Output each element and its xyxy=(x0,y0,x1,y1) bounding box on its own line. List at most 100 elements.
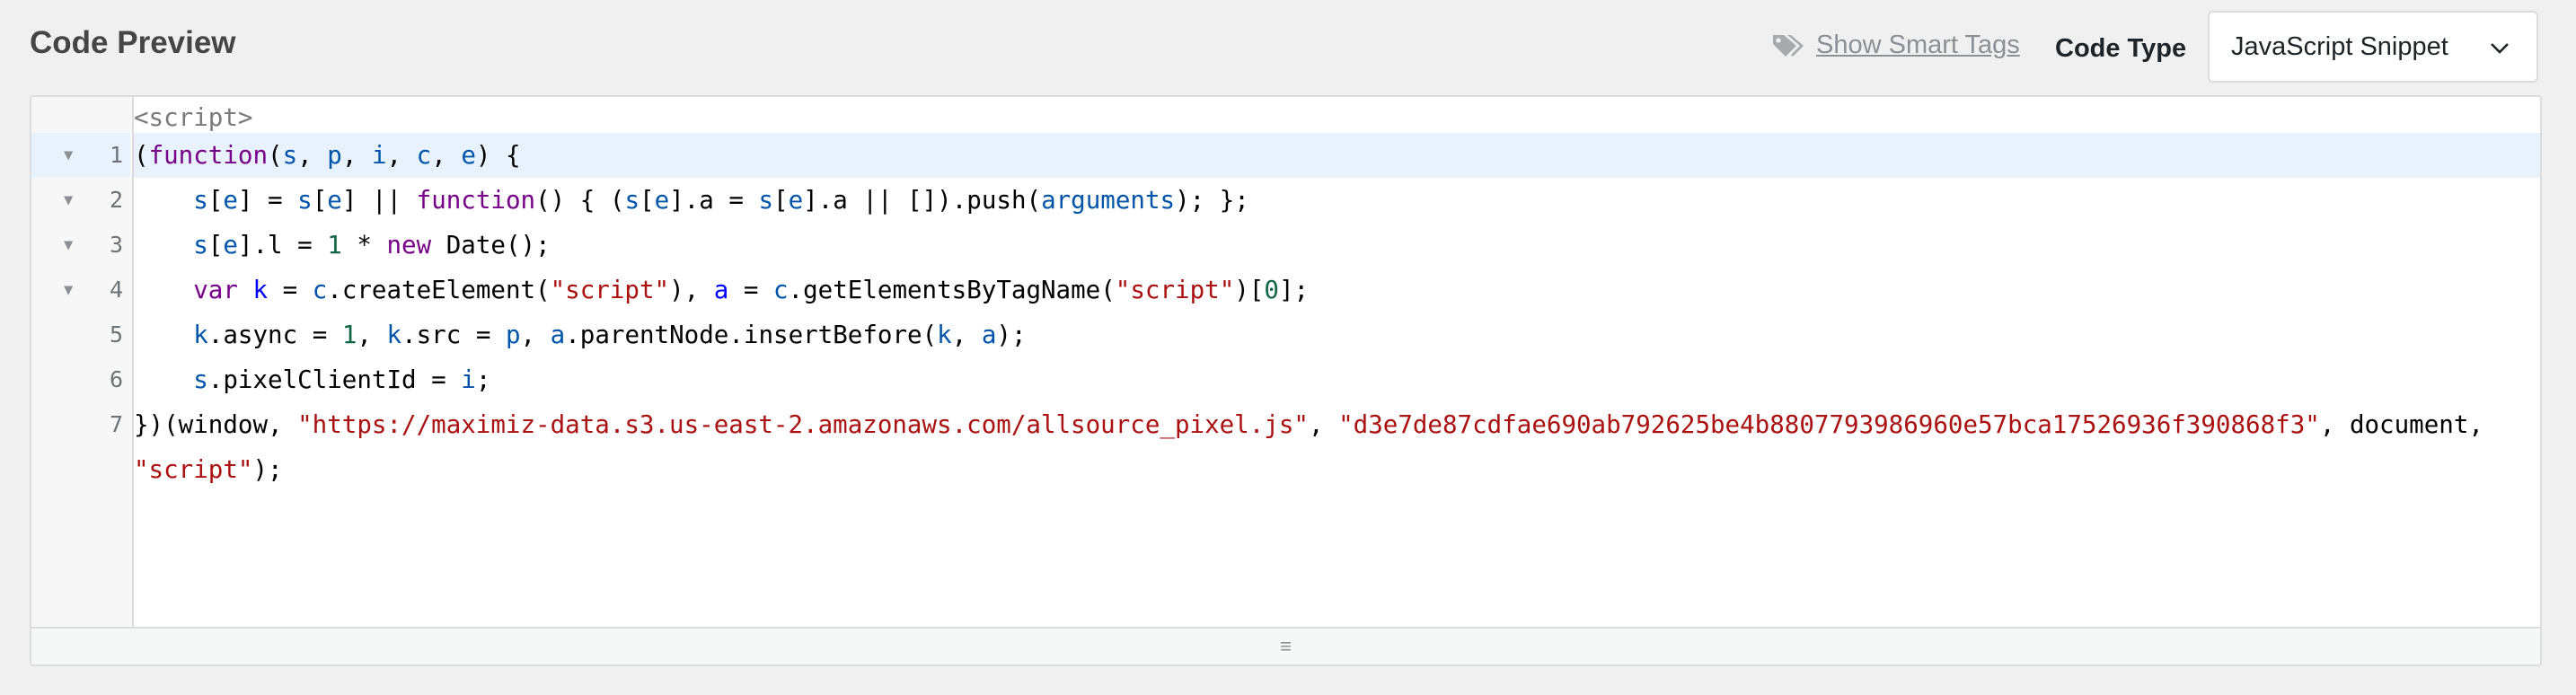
code-token: [ xyxy=(207,231,224,260)
code-line: s.pixelClientId = i; xyxy=(134,357,2540,402)
code-token: "script" xyxy=(134,455,253,484)
fold-arrow-icon[interactable]: ▼ xyxy=(64,268,73,312)
code-token: , xyxy=(386,141,417,170)
code-token: , xyxy=(357,321,387,349)
code-line: var k = c.createElement("script"), a = c… xyxy=(134,268,2540,312)
line-number: ▼ 4 xyxy=(31,268,130,312)
code-token: s xyxy=(282,141,298,170)
code-token: ].a = xyxy=(669,186,759,215)
code-token: i xyxy=(461,365,476,394)
code-token: new xyxy=(386,231,432,260)
line-number-text: 1 xyxy=(109,142,123,168)
code-token: k xyxy=(937,321,952,349)
code-type-selected-value: JavaScript Snippet xyxy=(2231,31,2448,61)
line-number-text: 5 xyxy=(109,321,123,348)
code-token: , xyxy=(297,141,328,170)
code-token: e xyxy=(223,186,238,215)
code-token: [ xyxy=(640,186,655,215)
code-token: s xyxy=(758,186,774,215)
code-token: 1 xyxy=(341,321,357,349)
show-smart-tags-link[interactable]: Show Smart Tags xyxy=(1771,31,2020,60)
code-token: s xyxy=(193,231,208,260)
code-token: "script" xyxy=(1115,276,1235,304)
code-token: ); }; xyxy=(1175,186,1249,215)
code-line: s[e].l = 1 * new Date(); xyxy=(134,223,2540,268)
line-number-text: 6 xyxy=(109,366,123,392)
fold-arrow-icon[interactable]: ▼ xyxy=(64,133,73,178)
code-token: e xyxy=(223,231,238,260)
show-smart-tags-label: Show Smart Tags xyxy=(1816,31,2020,59)
line-number: ▼ 3 xyxy=(31,223,130,268)
code-token: )[ xyxy=(1234,276,1265,304)
code-token: p xyxy=(327,141,342,170)
fold-arrow-icon[interactable]: ▼ xyxy=(64,223,73,268)
code-token: s xyxy=(193,365,208,394)
code-token: [ xyxy=(773,186,789,215)
code-token: "https://maximiz-data.s3.us-east-2.amazo… xyxy=(297,410,1309,439)
code-token: ); xyxy=(252,455,283,484)
editor-resize-handle[interactable]: ≡ xyxy=(31,627,2540,664)
code-token: .async = xyxy=(207,321,342,349)
line-number-text: 2 xyxy=(109,187,123,213)
code-editor[interactable]: ▼ 1 ▼ 2 ▼ 3 ▼ 4 5 6 7 <script> (function(s, p, i, … xyxy=(30,95,2542,666)
code-token: ) { xyxy=(475,141,521,170)
resize-grip-icon: ≡ xyxy=(1280,635,1292,657)
tag-icon xyxy=(1771,32,1807,59)
code-token: , document, xyxy=(2319,410,2483,439)
code-token: s xyxy=(297,186,313,215)
code-token: i xyxy=(371,141,387,170)
fold-arrow-icon[interactable]: ▼ xyxy=(64,178,73,223)
code-token: [ xyxy=(207,186,224,215)
code-token: = xyxy=(728,276,773,304)
code-line: s[e] = s[e] || function() { (s[e].a = s[… xyxy=(134,178,2540,223)
page-title: Code Preview xyxy=(30,25,236,60)
code-token: s xyxy=(624,186,640,215)
code-type-label: Code Type xyxy=(2055,34,2187,63)
code-token: Date(); xyxy=(431,231,551,260)
code-token: arguments xyxy=(1041,186,1176,215)
line-number xyxy=(31,447,130,492)
code-token: k xyxy=(193,321,208,349)
code-token: ] || xyxy=(341,186,417,215)
code-token: function xyxy=(148,141,269,170)
code-token: = xyxy=(268,276,313,304)
code-token: function xyxy=(416,186,536,215)
code-token: c xyxy=(772,276,789,304)
script-open-tag: <script> xyxy=(134,103,253,132)
code-token: .pixelClientId = xyxy=(207,365,462,394)
line-number: 5 xyxy=(31,312,130,357)
code-token: 0 xyxy=(1264,276,1279,304)
code-line: })(window, "https://maximiz-data.s3.us-e… xyxy=(134,402,2540,447)
code-token: * xyxy=(341,231,387,260)
code-token: })(window, xyxy=(134,410,298,439)
code-token: .createElement( xyxy=(327,276,551,304)
code-token: s xyxy=(193,186,208,215)
code-line: (function(s, p, i, c, e) { xyxy=(134,133,2540,178)
code-token: e xyxy=(327,186,342,215)
code-line: "script"); xyxy=(134,447,2540,492)
code-token: e xyxy=(654,186,670,215)
code-token: "d3e7de87cdfae690ab792625be4b88077939869… xyxy=(1338,410,2320,439)
code-token: , xyxy=(341,141,372,170)
code-token: () { ( xyxy=(535,186,625,215)
line-number-text: 4 xyxy=(109,277,123,303)
code-token: [ xyxy=(312,186,328,215)
code-token: .parentNode.insertBefore( xyxy=(565,321,938,349)
line-number: 7 xyxy=(31,402,130,447)
code-token: k xyxy=(252,276,269,304)
code-type-select[interactable]: JavaScript Snippet xyxy=(2208,11,2538,83)
code-token: k xyxy=(386,321,402,349)
chevron-down-icon xyxy=(2490,32,2510,62)
code-token: .src = xyxy=(401,321,506,349)
code-token: a xyxy=(713,276,729,304)
code-token: ].a || []).push( xyxy=(803,186,1042,215)
line-number: 6 xyxy=(31,357,130,402)
line-number-text: 3 xyxy=(109,232,123,258)
code-token: ]; xyxy=(1278,276,1310,304)
line-number: ▼ 1 xyxy=(31,133,130,178)
code-token: , xyxy=(431,141,462,170)
